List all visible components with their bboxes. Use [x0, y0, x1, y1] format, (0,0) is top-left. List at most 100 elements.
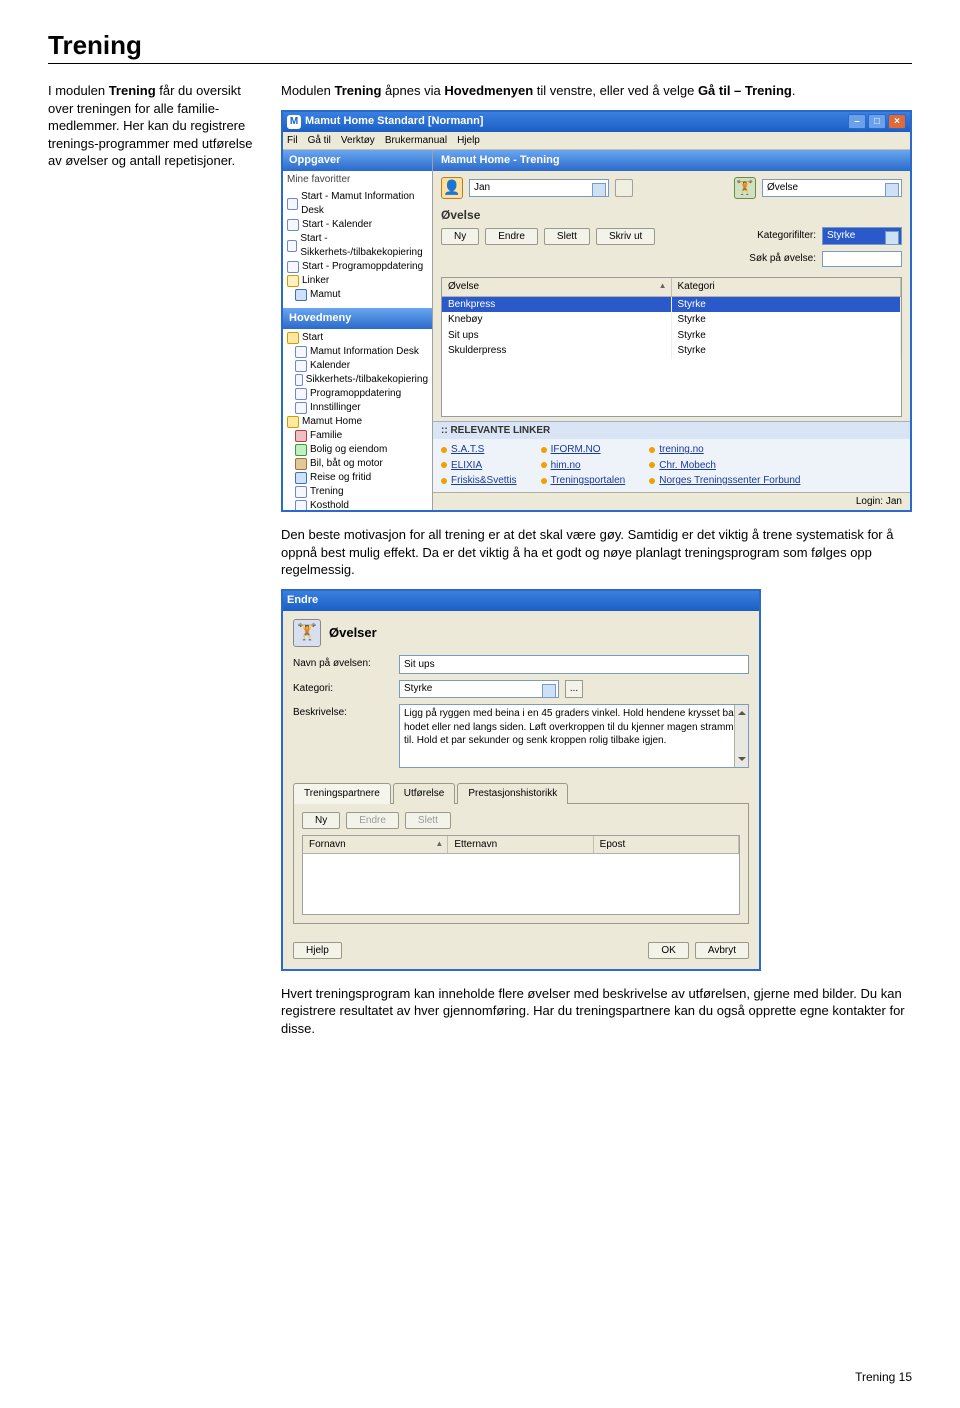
tree-item-bil[interactable]: Bil, båt og motor	[285, 457, 430, 471]
left-column: I modulen Trening får du oversikt over t…	[48, 82, 253, 1047]
document-icon	[287, 219, 299, 231]
menu-fil[interactable]: Fil	[287, 134, 298, 148]
fav-item[interactable]: Start - Programoppdatering	[285, 260, 430, 274]
th-epost[interactable]: Epost	[594, 836, 739, 854]
endre-button[interactable]: Endre	[485, 228, 538, 245]
th-kategori[interactable]: Kategori	[672, 278, 902, 296]
table-row[interactable]: KnebøyStyrke	[442, 312, 901, 328]
tree-item[interactable]: Mamut Information Desk	[285, 345, 430, 359]
link-item[interactable]: Chr. Mobech	[649, 459, 800, 473]
kategorifilter-dropdown[interactable]: Styrke	[822, 227, 902, 245]
fav-item[interactable]: Start - Sikkerhets-/tilbakekopiering	[285, 232, 430, 260]
bullet-icon	[649, 447, 655, 453]
tree-item-trening[interactable]: Trening	[285, 485, 430, 499]
link-item[interactable]: S.A.T.S	[441, 443, 517, 457]
tree-label: Bolig og eiendom	[310, 443, 387, 457]
endre-dialog: Endre 🏋 Øvelser Navn på øvelsen: Sit ups…	[281, 589, 761, 971]
tree-item-reise[interactable]: Reise og fritid	[285, 471, 430, 485]
partner-ny-button[interactable]: Ny	[302, 812, 340, 829]
fav-tree: Start - Mamut Information Desk Start - K…	[283, 188, 432, 308]
links-header: :: RELEVANTE LINKER	[433, 421, 910, 440]
th-etternavn[interactable]: Etternavn	[448, 836, 593, 854]
table-row[interactable]: Sit upsStyrke	[442, 328, 901, 344]
skrivut-button[interactable]: Skriv ut	[596, 228, 655, 245]
link-item[interactable]: Norges Treningssenter Forbund	[649, 474, 800, 488]
tab-utforelse[interactable]: Utførelse	[393, 783, 456, 804]
links-area: S.A.T.S ELIXIA Friskis&Svettis IFORM.NO …	[433, 439, 910, 492]
sort-asc-icon: ▲	[435, 839, 443, 850]
link-item[interactable]: him.no	[541, 459, 626, 473]
close-button[interactable]: ×	[888, 114, 906, 129]
tree-item-bolig[interactable]: Bolig og eiendom	[285, 443, 430, 457]
plane-icon	[295, 472, 307, 484]
cell-ovelse: Knebøy	[442, 312, 672, 328]
link-item[interactable]: IFORM.NO	[541, 443, 626, 457]
fav-item[interactable]: Start - Mamut Information Desk	[285, 190, 430, 218]
kategori-dropdown[interactable]: Styrke	[399, 680, 559, 698]
link-item[interactable]: ELIXIA	[441, 459, 517, 473]
link-item[interactable]: Friskis&Svettis	[441, 474, 517, 488]
linker-node[interactable]: Linker	[285, 274, 430, 288]
tree-start[interactable]: Start	[285, 331, 430, 345]
table-row[interactable]: SkulderpressStyrke	[442, 343, 901, 359]
tab-treningspartnere[interactable]: Treningspartnere	[293, 783, 391, 804]
exercise-table: Øvelse▲ Kategori BenkpressStyrke KnebøyS…	[441, 277, 902, 416]
ovelse-dropdown[interactable]: Øvelse	[762, 179, 902, 197]
bullet-icon	[649, 462, 655, 468]
people-icon	[295, 430, 307, 442]
maximize-button[interactable]: □	[868, 114, 886, 129]
sidebar-header-oppgaver: Oppgaver	[283, 150, 432, 171]
th-ovelse[interactable]: Øvelse▲	[442, 278, 672, 296]
tab-panel: Ny Endre Slett Fornavn▲ Etternavn Epost	[293, 804, 749, 924]
slett-button[interactable]: Slett	[544, 228, 590, 245]
hjelp-button[interactable]: Hjelp	[293, 942, 342, 959]
document-icon	[295, 374, 303, 386]
tree-item-kosthold[interactable]: Kosthold	[285, 499, 430, 510]
avbryt-button[interactable]: Avbryt	[695, 942, 749, 959]
left-text-a: I modulen	[48, 83, 109, 98]
bullet-icon	[649, 478, 655, 484]
menu-brukermanual[interactable]: Brukermanual	[385, 134, 447, 148]
th-fornavn[interactable]: Fornavn▲	[303, 836, 448, 854]
menu-hjelp[interactable]: Hjelp	[457, 134, 480, 148]
link-item[interactable]: Treningsportalen	[541, 474, 626, 488]
menu-verktoy[interactable]: Verktøy	[341, 134, 375, 148]
table-row[interactable]: BenkpressStyrke	[442, 297, 901, 313]
folder-icon	[287, 416, 299, 428]
tree-item[interactable]: Kalender	[285, 359, 430, 373]
fav-item[interactable]: Start - Kalender	[285, 218, 430, 232]
tree-item[interactable]: Programoppdatering	[285, 387, 430, 401]
minimize-button[interactable]: –	[848, 114, 866, 129]
dropdown-value: Øvelse	[767, 181, 798, 195]
scrollbar[interactable]	[734, 705, 748, 767]
linker-item[interactable]: Mamut	[285, 288, 430, 302]
navn-input[interactable]: Sit ups	[399, 655, 749, 675]
tree-item[interactable]: Innstillinger	[285, 401, 430, 415]
bullet-icon	[441, 462, 447, 468]
app-icon: M	[287, 115, 301, 129]
kategorifilter-label: Kategorifilter:	[757, 229, 816, 243]
ok-button[interactable]: OK	[648, 942, 688, 959]
tree-item[interactable]: Sikkerhets-/tilbakekopiering	[285, 373, 430, 387]
partner-endre-button[interactable]: Endre	[346, 812, 399, 829]
intro-e: til venstre, eller ved å velge	[533, 83, 698, 98]
partner-slett-button[interactable]: Slett	[405, 812, 451, 829]
link-item[interactable]: trening.no	[649, 443, 800, 457]
linker-label: Linker	[302, 274, 329, 288]
document-icon	[287, 240, 297, 252]
person-dropdown[interactable]: Jan	[469, 179, 609, 197]
toolbar-small-button[interactable]	[615, 179, 633, 197]
left-text-b: Trening	[109, 83, 156, 98]
ny-button[interactable]: Ny	[441, 228, 479, 245]
bullet-icon	[441, 447, 447, 453]
sok-input[interactable]	[822, 251, 902, 267]
kategori-more-button[interactable]: ...	[565, 680, 583, 698]
tree-item-familie[interactable]: Familie	[285, 429, 430, 443]
exercise-icon: 🏋	[734, 177, 756, 199]
car-icon	[295, 458, 307, 470]
tab-prestasjonshistorikk[interactable]: Prestasjonshistorikk	[457, 783, 568, 804]
menu-gatil[interactable]: Gå til	[308, 134, 331, 148]
intro-c: åpnes via	[381, 83, 444, 98]
tree-home[interactable]: Mamut Home	[285, 415, 430, 429]
beskrivelse-textarea[interactable]: Ligg på ryggen med beina i en 45 graders…	[399, 704, 749, 768]
